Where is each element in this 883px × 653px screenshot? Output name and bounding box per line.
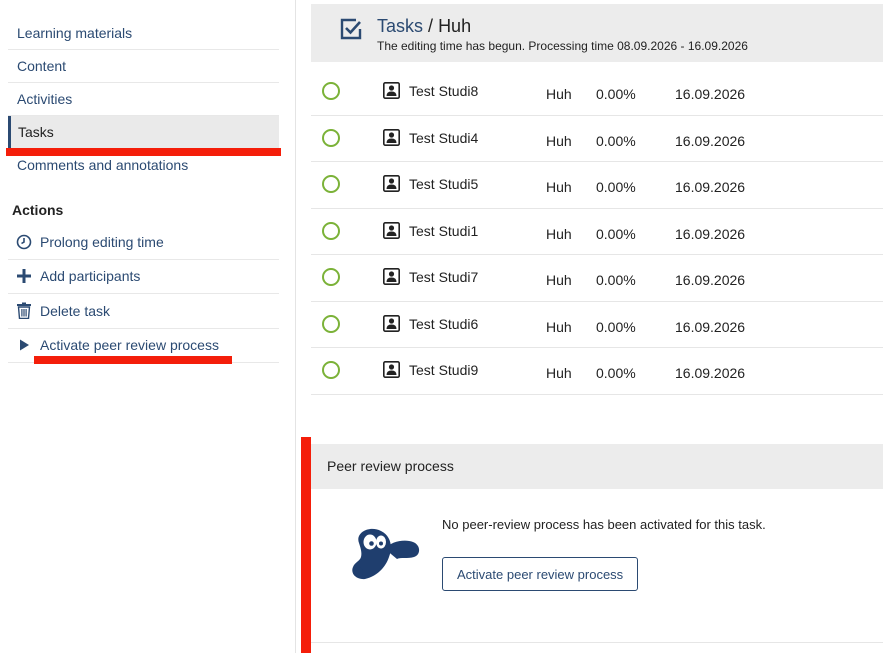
- row-percent: 0.00%: [596, 318, 636, 335]
- row-name: Test Studi9: [409, 362, 479, 378]
- row-percent: 0.00%: [596, 225, 636, 242]
- row-radio[interactable]: [322, 82, 340, 100]
- user-icon: [383, 361, 400, 378]
- table-row: Test Studi1 Huh 0.00% 16.09.2026: [311, 209, 883, 255]
- user-icon: [383, 221, 400, 239]
- sidebar-nav: Learning materials Content Activities Ta…: [8, 17, 279, 182]
- action-prolong-editing-time[interactable]: Prolong editing time: [8, 225, 279, 260]
- row-title: Huh: [546, 132, 572, 149]
- user-icon: [383, 314, 400, 332]
- row-title: Huh: [546, 225, 572, 242]
- row-name: Test Studi7: [409, 269, 479, 285]
- row-title: Huh: [546, 86, 572, 102]
- row-radio[interactable]: [322, 128, 340, 147]
- row-title: Huh: [546, 272, 572, 288]
- breadcrumb-separator: /: [428, 16, 434, 36]
- table-row: Test Studi6 Huh 0.00% 16.09.2026: [311, 302, 883, 348]
- plus-icon: [15, 267, 33, 285]
- page-title: Tasks / Huh: [377, 16, 471, 37]
- breadcrumb-tasks-link[interactable]: Tasks: [377, 16, 423, 36]
- actions-heading: Actions: [12, 202, 64, 218]
- row-percent: 0.00%: [596, 179, 636, 195]
- table-row: Test Studi9 Huh 0.00% 16.09.2026: [311, 348, 883, 395]
- row-radio[interactable]: [322, 175, 340, 193]
- row-radio[interactable]: [322, 268, 340, 286]
- peer-review-body: No peer-review process has been activate…: [311, 489, 883, 643]
- row-date: 16.09.2026: [675, 225, 746, 242]
- task-header: Tasks / Huh The editing time has begun. …: [311, 4, 883, 62]
- nav-item-tasks[interactable]: Tasks: [8, 116, 279, 149]
- action-add-participants[interactable]: Add participants: [8, 260, 279, 294]
- table-row: Test Studi7 Huh 0.00% 16.09.2026: [311, 255, 883, 302]
- row-percent: 0.00%: [596, 272, 636, 288]
- action-label: Delete task: [40, 302, 111, 319]
- table-row: Test Studi8 Huh 0.00% 16.09.2026: [311, 69, 883, 116]
- peer-review-header: Peer review process: [311, 444, 883, 489]
- sidebar: Learning materials Content Activities Ta…: [0, 0, 296, 653]
- action-label: Add participants: [40, 268, 141, 285]
- row-date: 16.09.2026: [675, 86, 746, 102]
- table-row: Test Studi4 Huh 0.00% 16.09.2026: [311, 116, 883, 162]
- participants-table: Test Studi8 Huh 0.00% 16.09.2026 Test St…: [311, 69, 883, 395]
- nav-item-content[interactable]: Content: [8, 50, 279, 83]
- peer-review-title: Peer review process: [327, 458, 454, 474]
- trash-icon: [15, 302, 33, 320]
- row-radio[interactable]: [322, 314, 340, 333]
- triangle-right-icon: [15, 336, 33, 354]
- row-date: 16.09.2026: [675, 318, 746, 335]
- row-date: 16.09.2026: [675, 365, 746, 381]
- task-checkbox-icon: [340, 18, 362, 40]
- clock-icon: [15, 233, 33, 251]
- table-row: Test Studi5 Huh 0.00% 16.09.2026: [311, 162, 883, 209]
- highlight-underline-tasks: [6, 148, 281, 156]
- nav-item-activities[interactable]: Activities: [8, 83, 279, 116]
- row-name: Test Studi4: [409, 129, 479, 146]
- actions-list: Prolong editing time Add participants De…: [8, 225, 279, 363]
- action-label: Activate peer review process: [40, 337, 219, 354]
- highlight-bar-peer-review: [301, 437, 311, 653]
- row-percent: 0.00%: [596, 86, 636, 102]
- task-name: Huh: [438, 16, 472, 36]
- action-delete-task[interactable]: Delete task: [8, 294, 279, 329]
- peer-review-message: No peer-review process has been activate…: [442, 517, 766, 532]
- row-radio[interactable]: [322, 221, 340, 240]
- row-name: Test Studi6: [409, 315, 479, 332]
- row-date: 16.09.2026: [675, 132, 746, 149]
- row-name: Test Studi8: [409, 83, 479, 99]
- row-title: Huh: [546, 179, 572, 195]
- row-date: 16.09.2026: [675, 179, 746, 195]
- highlight-underline-activate: [34, 356, 232, 364]
- task-subtitle: The editing time has begun. Processing t…: [377, 39, 748, 53]
- user-icon: [383, 128, 400, 146]
- row-title: Huh: [546, 365, 572, 381]
- row-radio[interactable]: [322, 361, 340, 379]
- user-icon: [383, 268, 400, 285]
- row-name: Test Studi5: [409, 176, 479, 192]
- row-title: Huh: [546, 318, 572, 335]
- row-percent: 0.00%: [596, 132, 636, 149]
- row-name: Test Studi1: [409, 222, 479, 239]
- action-label: Prolong editing time: [40, 233, 164, 250]
- mascot-icon: [351, 527, 423, 587]
- row-date: 16.09.2026: [675, 272, 746, 288]
- user-icon: [383, 82, 400, 99]
- nav-item-learning-materials[interactable]: Learning materials: [8, 17, 279, 50]
- activate-peer-review-button[interactable]: Activate peer review process: [442, 557, 639, 591]
- row-percent: 0.00%: [596, 365, 636, 381]
- user-icon: [383, 175, 400, 192]
